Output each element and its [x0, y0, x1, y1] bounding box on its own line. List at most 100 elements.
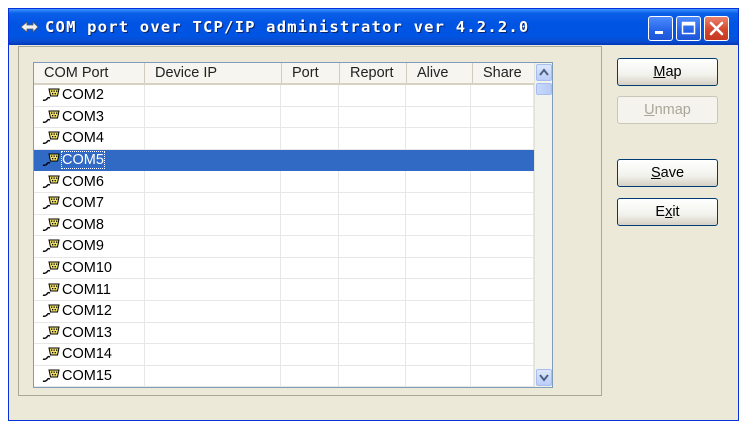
empty-cell — [405, 344, 472, 366]
empty-cell — [144, 279, 282, 301]
empty-cell — [144, 365, 282, 387]
exit-label-start: E — [655, 204, 666, 220]
empty-cell — [338, 171, 406, 193]
table-row[interactable]: COM9 — [34, 236, 534, 258]
column-header[interactable]: Report — [340, 63, 407, 83]
column-header[interactable]: COM Port — [34, 63, 145, 83]
com-port-icon — [42, 175, 60, 188]
column-header[interactable]: Share — [473, 63, 536, 83]
table-row[interactable]: COM13 — [34, 322, 534, 345]
com-port-label: COM2 — [62, 87, 104, 104]
com-port-icon — [42, 110, 60, 123]
empty-cell — [471, 149, 534, 172]
scroll-down-button[interactable] — [536, 369, 552, 386]
unmap-button[interactable]: Unmap — [617, 96, 718, 124]
empty-cell — [405, 214, 472, 237]
empty-cell — [338, 300, 406, 323]
empty-cell — [144, 322, 282, 345]
com-port-icon — [42, 347, 60, 361]
exit-button[interactable]: Exit — [617, 198, 718, 226]
minimize-button[interactable] — [648, 16, 673, 41]
com-port-label: COM7 — [62, 195, 104, 212]
com-port-icon — [42, 283, 60, 296]
com-port-label: COM5 — [61, 151, 105, 170]
table-row[interactable]: COM14 — [34, 344, 534, 366]
empty-cell — [405, 171, 472, 193]
column-header[interactable]: Alive — [407, 63, 473, 83]
empty-cell — [471, 128, 534, 150]
com-port-icon — [42, 261, 60, 275]
close-button[interactable] — [704, 16, 729, 41]
empty-cell — [281, 236, 339, 258]
table-row[interactable]: COM11 — [34, 279, 534, 301]
table-row[interactable]: COM10 — [34, 257, 534, 280]
empty-cell — [338, 106, 406, 129]
empty-cell — [405, 236, 472, 258]
com-port-cell: COM8 — [34, 214, 145, 237]
empty-cell — [471, 214, 534, 237]
empty-cell — [405, 128, 472, 150]
empty-cell — [144, 128, 282, 150]
empty-cell — [471, 257, 534, 280]
empty-cell — [338, 344, 406, 366]
list-body: COM2 COM3 COM4 COM5 COM6 COM7 COM8 COM9 COM10 COM… — [34, 85, 534, 387]
empty-cell — [281, 279, 339, 301]
empty-cell — [281, 257, 339, 280]
empty-cell — [338, 128, 406, 150]
com-port-list[interactable]: COM Port Device IP Port Report Alive Sha… — [33, 62, 553, 388]
maximize-button[interactable] — [676, 16, 701, 41]
vertical-scrollbar[interactable] — [534, 63, 552, 387]
empty-cell — [405, 322, 472, 345]
table-row[interactable]: COM7 — [34, 192, 534, 215]
empty-cell — [338, 322, 406, 345]
com-port-icon — [42, 153, 60, 167]
com-port-label: COM12 — [62, 303, 112, 320]
empty-cell — [144, 171, 282, 193]
table-row[interactable]: COM5 — [34, 149, 534, 172]
com-port-cell: COM12 — [34, 300, 145, 323]
map-button[interactable]: Map — [617, 58, 718, 86]
empty-cell — [338, 365, 406, 387]
column-header[interactable]: Device IP — [145, 63, 282, 83]
table-row[interactable]: COM2 — [34, 85, 534, 107]
com-port-icon — [42, 239, 60, 253]
empty-cell — [338, 236, 406, 258]
save-button[interactable]: Save — [617, 159, 718, 187]
table-row[interactable]: COM12 — [34, 300, 534, 323]
com-port-cell: COM2 — [34, 85, 145, 107]
table-row[interactable]: COM4 — [34, 128, 534, 150]
table-row[interactable]: COM8 — [34, 214, 534, 237]
empty-cell — [471, 85, 534, 107]
empty-cell — [471, 192, 534, 215]
empty-cell — [405, 257, 472, 280]
table-row[interactable]: COM3 — [34, 106, 534, 129]
com-port-icon — [42, 131, 60, 145]
empty-cell — [405, 192, 472, 215]
minimize-icon — [655, 31, 663, 34]
empty-cell — [144, 192, 282, 215]
empty-cell — [144, 300, 282, 323]
table-row[interactable]: COM15 — [34, 365, 534, 387]
empty-cell — [338, 85, 406, 107]
map-mnemonic: M — [653, 64, 666, 80]
close-icon — [709, 21, 724, 36]
empty-cell — [281, 322, 339, 345]
map-label: ap — [665, 64, 682, 80]
list-header: COM Port Device IP Port Report Alive Sha… — [34, 63, 552, 85]
scroll-thumb[interactable] — [536, 83, 552, 95]
empty-cell — [471, 279, 534, 301]
com-port-label: COM6 — [62, 173, 104, 190]
unmap-mnemonic: U — [644, 102, 655, 118]
empty-cell — [281, 128, 339, 150]
empty-cell — [144, 257, 282, 280]
empty-cell — [144, 236, 282, 258]
title-bar[interactable]: COM port over TCP/IP administrator ver 4… — [9, 9, 738, 45]
column-header[interactable]: Port — [282, 63, 340, 83]
table-row[interactable]: COM6 — [34, 171, 534, 193]
com-port-cell: COM15 — [34, 365, 145, 387]
empty-cell — [281, 171, 339, 193]
com-port-icon — [42, 369, 60, 383]
scroll-up-button[interactable] — [536, 64, 552, 81]
com-port-icon — [42, 88, 60, 102]
empty-cell — [471, 236, 534, 258]
